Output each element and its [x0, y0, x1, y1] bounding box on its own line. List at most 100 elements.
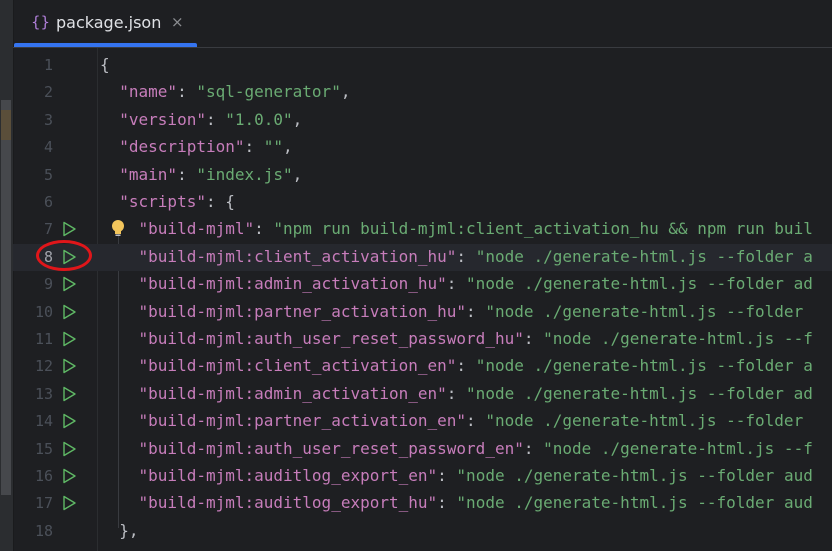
json-string: "node ./generate-html.js --folder: [485, 411, 804, 431]
run-script-icon[interactable]: [61, 331, 77, 347]
code-line[interactable]: 3 "version": "1.0.0",: [13, 107, 832, 134]
code-line[interactable]: 1{: [13, 52, 832, 79]
code-line[interactable]: 8 "build-mjml:client_activation_hu": "no…: [13, 243, 832, 271]
line-number: 7: [43, 220, 53, 239]
json-punctuation: :: [466, 301, 486, 321]
json-key: "build-mjml:client_activation_hu": [138, 246, 457, 266]
json-punctuation: [100, 356, 139, 375]
code-text: "build-mjml:auditlog_export_en": "node .…: [100, 466, 832, 485]
code-text: "name": "sql-generator",: [100, 82, 832, 101]
json-punctuation: [100, 466, 139, 485]
code-text: "build-mjml:auth_user_reset_password_en"…: [100, 439, 832, 458]
json-punctuation: [100, 411, 139, 430]
line-number: 13: [34, 384, 53, 403]
run-script-icon[interactable]: [61, 304, 77, 320]
json-punctuation: :: [456, 356, 476, 376]
json-key: "description": [119, 137, 245, 157]
code-line[interactable]: 16 "build-mjml:auditlog_export_en": "nod…: [13, 463, 832, 490]
line-number: 2: [43, 83, 53, 102]
json-punctuation: [100, 329, 139, 348]
run-script-icon[interactable]: [61, 221, 77, 237]
json-punctuation: [100, 192, 119, 211]
json-string: "node ./generate-html.js --folder a: [475, 246, 813, 266]
close-tab-icon[interactable]: ×: [171, 13, 184, 31]
json-string: "1.0.0": [225, 109, 293, 129]
json-punctuation: [100, 219, 139, 238]
code-line[interactable]: 5 "main": "index.js",: [13, 162, 832, 189]
line-number: 17: [34, 494, 53, 513]
json-punctuation: :: [456, 246, 476, 266]
json-string: "index.js": [196, 164, 293, 184]
json-punctuation: :: [466, 411, 486, 431]
json-key: "version": [119, 109, 206, 129]
json-punctuation: [100, 274, 139, 293]
code-text: "build-mjml:admin_activation_en": "node …: [100, 384, 832, 403]
json-punctuation: ,: [340, 82, 351, 102]
line-number: 10: [34, 302, 53, 321]
code-line[interactable]: 18 },: [13, 518, 832, 545]
json-punctuation: [100, 302, 139, 321]
json-key: "build-mjml:admin_activation_hu": [138, 274, 447, 294]
json-string: "sql-generator": [196, 82, 341, 102]
run-script-icon[interactable]: [61, 276, 77, 292]
code-line[interactable]: 11 "build-mjml:auth_user_reset_password_…: [13, 326, 832, 353]
json-key: "build-mjml:admin_activation_en": [138, 383, 447, 403]
code-text: "main": "index.js",: [100, 165, 832, 184]
code-text: "build-mjml:auth_user_reset_password_hu"…: [100, 329, 832, 348]
run-script-icon[interactable]: [61, 441, 77, 457]
run-script-icon[interactable]: [61, 413, 77, 429]
scrollbar-thumb[interactable]: [1, 100, 11, 495]
json-string: "node ./generate-html.js --f: [543, 438, 813, 458]
code-text: "build-mjml:partner_activation_hu": "nod…: [100, 302, 832, 321]
code-text: {: [100, 55, 832, 74]
code-text: "build-mjml:partner_activation_en": "nod…: [100, 411, 832, 430]
run-script-icon[interactable]: [61, 386, 77, 402]
run-script-icon[interactable]: [61, 495, 77, 511]
json-key: "build-mjml:client_activation_en": [138, 356, 457, 376]
code-line[interactable]: 15 "build-mjml:auth_user_reset_password_…: [13, 436, 832, 463]
code-line[interactable]: 6 "scripts": {: [13, 189, 832, 216]
code-line[interactable]: 14 "build-mjml:partner_activation_en": "…: [13, 408, 832, 435]
line-number: 18: [34, 521, 53, 540]
run-script-icon[interactable]: [61, 358, 77, 374]
line-number: 6: [43, 193, 53, 211]
json-punctuation: },: [100, 520, 139, 540]
run-script-icon[interactable]: [61, 468, 77, 484]
tab-package-json[interactable]: {} package.json ×: [13, 0, 198, 47]
line-number: 16: [34, 467, 53, 485]
code-line[interactable]: 2 "name": "sql-generator",: [13, 79, 832, 106]
code-text: "scripts": {: [100, 192, 832, 211]
code-editor[interactable]: 1{2 "name": "sql-generator", 3 "version":…: [13, 48, 832, 551]
json-key: "build-mjml:auth_user_reset_password_hu": [138, 329, 524, 348]
json-punctuation: [100, 493, 139, 512]
code-line[interactable]: 4 "description": "",: [13, 134, 832, 161]
json-punctuation: :: [177, 164, 197, 184]
json-punctuation: :: [446, 383, 467, 403]
json-string: "node ./generate-html.js --folder a: [475, 356, 813, 376]
line-number: 4: [43, 138, 53, 157]
json-string: "node ./generate-html.js --folder aud: [456, 493, 813, 513]
code-line[interactable]: 13 "build-mjml:admin_activation_en": "no…: [13, 381, 832, 408]
left-tool-strip: [0, 0, 14, 551]
json-punctuation: [100, 439, 139, 458]
code-line[interactable]: 12 "build-mjml:client_activation_en": "n…: [13, 353, 832, 380]
code-text: "build-mjml:client_activation_en": "node…: [100, 356, 832, 375]
code-text: "build-mjml:admin_activation_hu": "node …: [100, 274, 832, 293]
line-number: 1: [43, 56, 53, 74]
json-key: "build-mjml:partner_activation_hu": [138, 301, 467, 321]
json-punctuation: :: [254, 219, 274, 239]
json-punctuation: [100, 384, 139, 403]
code-line[interactable]: 9 "build-mjml:admin_activation_hu": "nod…: [13, 271, 832, 298]
json-string: "node ./generate-html.js --folder ad: [466, 274, 813, 294]
json-punctuation: ,: [292, 164, 303, 184]
json-punctuation: :: [523, 438, 544, 458]
json-file-icon: {}: [31, 13, 51, 31]
line-number: 14: [34, 412, 53, 431]
code-line[interactable]: 10 "build-mjml:partner_activation_hu": "…: [13, 299, 832, 326]
line-number: 9: [43, 275, 53, 294]
code-line[interactable]: 17 "build-mjml:auditlog_export_hu": "nod…: [13, 490, 832, 517]
json-punctuation: [100, 137, 119, 156]
run-script-icon[interactable]: [61, 249, 77, 265]
code-line[interactable]: 7 "build-mjml": "npm run build-mjml:clie…: [13, 216, 832, 243]
code-text: "build-mjml:auditlog_export_hu": "node .…: [100, 493, 832, 512]
